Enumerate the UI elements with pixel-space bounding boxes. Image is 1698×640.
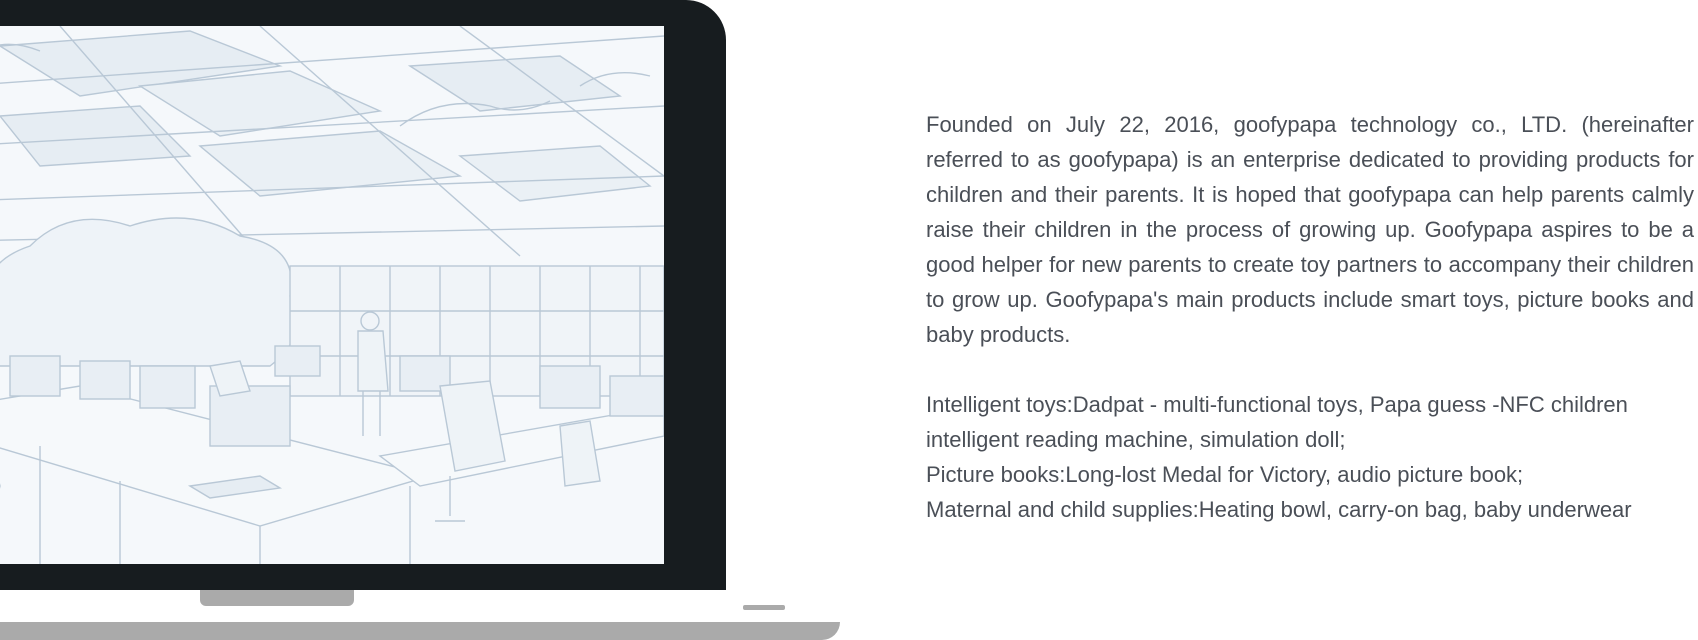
laptop-hinge xyxy=(200,590,354,606)
laptop-indicator-light xyxy=(743,605,785,610)
office-sketch-image xyxy=(0,26,664,564)
company-intro-paragraph: Founded on July 22, 2016, goofypapa tech… xyxy=(926,112,1694,347)
product-line-picture-books: Picture books:Long-lost Medal for Victor… xyxy=(926,462,1524,487)
laptop-base xyxy=(0,622,840,640)
about-text-block: Founded on July 22, 2016, goofypapa tech… xyxy=(926,107,1694,527)
laptop-illustration xyxy=(0,0,850,640)
laptop-bezel xyxy=(0,0,726,590)
product-line-maternal-child-supplies: Maternal and child supplies:Heating bowl… xyxy=(926,497,1632,522)
product-line-intelligent-toys: Intelligent toys:Dadpat - multi-function… xyxy=(926,392,1628,452)
